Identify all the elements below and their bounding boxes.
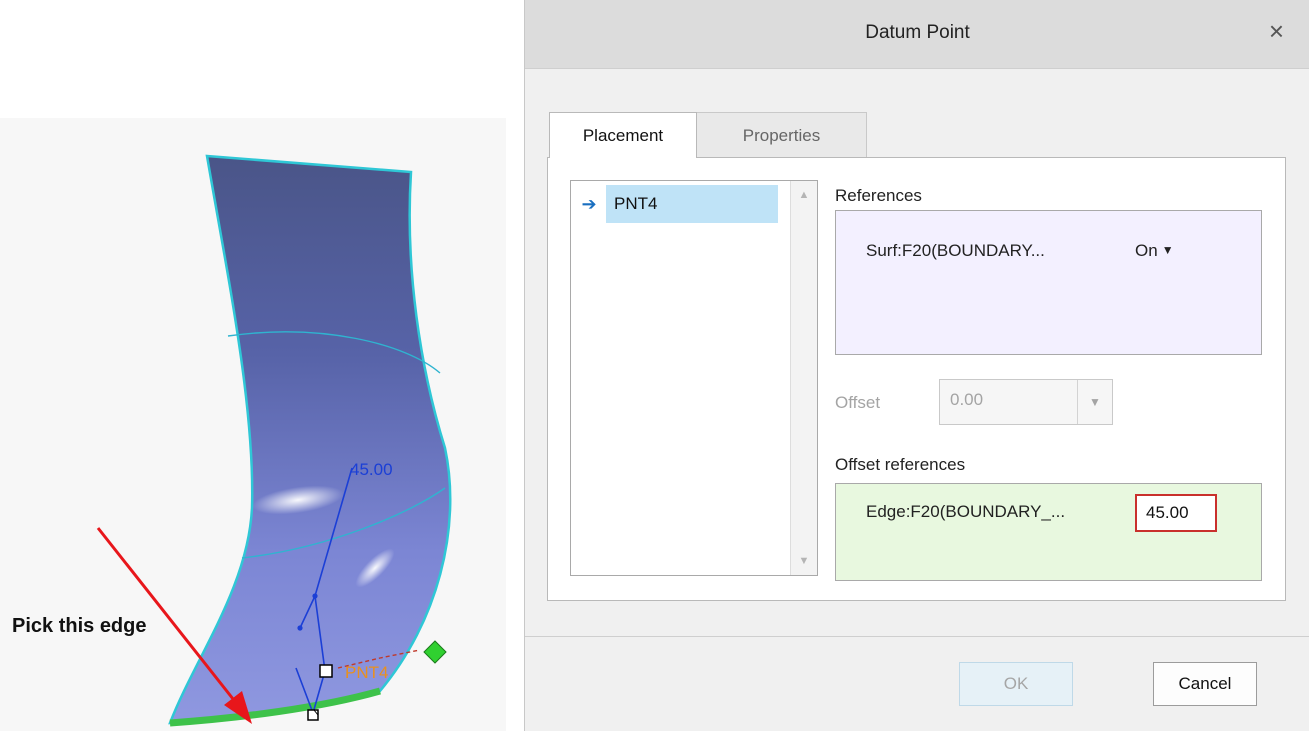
boundary-surface[interactable] xyxy=(168,154,452,725)
reference-entry[interactable]: Surf:F20(BOUNDARY... xyxy=(866,241,1045,261)
offset-references-label: Offset references xyxy=(835,455,966,474)
title-bar[interactable]: Datum Point × xyxy=(525,0,1309,69)
dimension-value-label[interactable]: 45.00 xyxy=(350,460,393,479)
placement-panel: ➔ PNT4 ▲ ▼ References Surf:F20(BOUNDARY.… xyxy=(547,157,1286,601)
offset-reference-entry[interactable]: Edge:F20(BOUNDARY_... xyxy=(866,502,1065,522)
reference-type-dropdown[interactable]: On ▼ xyxy=(1135,241,1174,261)
offset-value: 0.00 xyxy=(950,390,984,409)
datum-point-handle[interactable] xyxy=(319,664,333,678)
point-name-label: PNT4 xyxy=(345,663,388,682)
model-viewport[interactable]: 45.00 PNT4 Pick this edge xyxy=(0,118,506,731)
scroll-up-icon[interactable]: ▲ xyxy=(791,189,817,201)
right-arrow-icon: ➔ xyxy=(581,193,597,214)
edge-point-handle[interactable] xyxy=(307,709,319,721)
close-icon[interactable]: × xyxy=(1269,18,1284,44)
list-scrollbar[interactable]: ▲ ▼ xyxy=(790,181,817,575)
datum-point-dialog: Datum Point × Placement Properties ➔ PNT… xyxy=(524,0,1309,731)
tab-properties[interactable]: Properties xyxy=(697,112,867,158)
offset-references-collector[interactable]: Edge:F20(BOUNDARY_... 45.00 xyxy=(835,483,1262,581)
callout-text: Pick this edge xyxy=(12,615,147,637)
offset-reference-value-input[interactable]: 45.00 xyxy=(1135,494,1217,532)
references-collector[interactable]: Surf:F20(BOUNDARY... On ▼ xyxy=(835,210,1262,355)
tab-placement[interactable]: Placement xyxy=(549,112,697,158)
scroll-down-icon[interactable]: ▼ xyxy=(791,555,817,567)
chevron-down-icon: ▼ xyxy=(1161,243,1174,257)
list-item[interactable]: ➔ PNT4 xyxy=(572,182,782,226)
list-item-label[interactable]: PNT4 xyxy=(606,185,778,223)
references-label: References xyxy=(835,186,922,205)
chevron-down-icon[interactable]: ▼ xyxy=(1077,380,1112,424)
footer-divider xyxy=(525,636,1309,637)
dialog-title: Datum Point xyxy=(865,22,970,43)
datum-drag-diamond-icon[interactable] xyxy=(423,640,447,664)
offset-label: Offset xyxy=(835,393,881,412)
datum-point-list[interactable]: ➔ PNT4 ▲ ▼ xyxy=(570,180,818,576)
model-canvas[interactable]: 45.00 PNT4 xyxy=(0,118,506,731)
cancel-button[interactable]: Cancel xyxy=(1153,662,1257,706)
offset-input[interactable]: 0.00 ▼ xyxy=(939,379,1113,425)
reference-type-value: On xyxy=(1135,241,1158,260)
ok-button[interactable]: OK xyxy=(959,662,1073,706)
